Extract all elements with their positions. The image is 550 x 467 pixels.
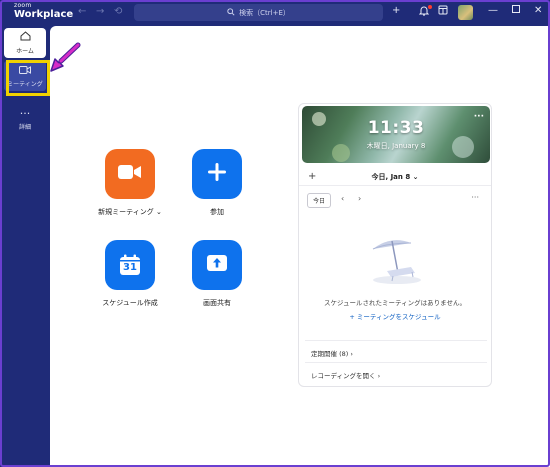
chevron-right-icon: › xyxy=(377,372,381,380)
chevron-down-icon[interactable]: ⌄ xyxy=(156,208,162,216)
main-content: 新規ミーティング ⌄ 参加 31 スケジュール作成 画面共有 11:33 木曜日… xyxy=(50,26,550,467)
recurring-label: 定期開催 (8) xyxy=(311,350,349,358)
clock-banner: 11:33 木曜日, January 8 ··· xyxy=(302,106,490,163)
plus-icon xyxy=(207,162,227,186)
notification-dot xyxy=(428,5,432,9)
more-icon: ··· xyxy=(19,107,31,120)
schedule-label: スケジュール作成 xyxy=(102,299,158,307)
sidebar-item-label: 詳細 xyxy=(18,124,31,131)
clock-time: 11:33 xyxy=(367,118,425,138)
brand-big: Workplace xyxy=(14,9,74,20)
recurring-meetings-row[interactable]: 定期開催 (8) › xyxy=(305,340,487,361)
minimize-icon[interactable]: — xyxy=(488,5,498,16)
search-placeholder: 検索（Ctrl+E） xyxy=(239,8,290,17)
chevron-left-icon[interactable]: ‹ xyxy=(341,194,344,203)
more-icon[interactable]: ··· xyxy=(474,112,484,122)
title-bar: zoom Workplace ← → ⟲ 検索（Ctrl+E） + — ✕ xyxy=(0,0,550,26)
share-screen-icon xyxy=(206,254,228,276)
more-icon[interactable]: ··· xyxy=(471,193,479,202)
today-button[interactable]: 今日 xyxy=(307,193,332,208)
video-camera-icon xyxy=(118,164,142,184)
join-label: 参加 xyxy=(210,208,224,216)
calendar-day: 31 xyxy=(123,262,137,273)
sidebar-item-label: ホーム xyxy=(16,48,34,55)
tile-label-row: 新規ミーティング ⌄ xyxy=(95,207,165,217)
beach-umbrella-icon xyxy=(372,240,421,284)
avatar[interactable] xyxy=(458,5,473,20)
share-screen-tile[interactable]: 画面共有 xyxy=(182,240,252,308)
highlight-box xyxy=(6,60,50,96)
chevron-right-icon: › xyxy=(350,350,353,358)
day-selector-bar: + 今日, Jan 8 ⌄ xyxy=(299,168,491,186)
close-icon[interactable]: ✕ xyxy=(534,5,542,16)
schedule-button[interactable]: 31 xyxy=(105,240,155,290)
share-screen-label: 画面共有 xyxy=(203,299,231,307)
annotation-arrow-icon xyxy=(50,42,81,72)
new-meeting-label: 新規ミーティング xyxy=(98,208,154,216)
plus-icon: + xyxy=(349,313,357,321)
day-selector-label: 今日, Jan 8 xyxy=(371,173,411,181)
calendar-controls: 今日 ‹ › ··· xyxy=(299,193,491,208)
plus-icon[interactable]: + xyxy=(392,5,400,16)
forward-arrow-icon[interactable]: → xyxy=(96,6,104,17)
schedule-tile[interactable]: 31 スケジュール作成 xyxy=(95,240,165,308)
new-meeting-button[interactable] xyxy=(105,149,155,199)
calendar-icon: 31 xyxy=(119,254,141,276)
join-button[interactable] xyxy=(192,149,242,199)
recordings-label: レコーディングを開く xyxy=(311,372,376,380)
chevron-right-icon[interactable]: › xyxy=(358,194,361,203)
new-meeting-tile[interactable]: 新規ミーティング ⌄ xyxy=(95,149,165,217)
panel-icon[interactable] xyxy=(438,5,448,18)
join-tile[interactable]: 参加 xyxy=(182,149,252,217)
calendar-panel: 11:33 木曜日, January 8 ··· + 今日, Jan 8 ⌄ 今… xyxy=(298,103,492,387)
share-screen-button[interactable] xyxy=(192,240,242,290)
open-recordings-row[interactable]: レコーディングを開く › xyxy=(305,362,487,383)
back-arrow-icon[interactable]: ← xyxy=(78,6,86,17)
schedule-meeting-link[interactable]: + ミーティングをスケジュール xyxy=(299,311,491,321)
zoom-logo: zoom Workplace xyxy=(14,3,73,20)
search-icon xyxy=(227,7,235,18)
sidebar-item-more[interactable]: ··· 詳細 xyxy=(4,104,46,134)
search-input[interactable]: 検索（Ctrl+E） xyxy=(134,4,383,21)
home-icon xyxy=(4,31,46,44)
history-icon[interactable]: ⟲ xyxy=(114,6,122,17)
day-selector[interactable]: 今日, Jan 8 ⌄ xyxy=(299,172,491,182)
empty-message: スケジュールされたミーティングはありません。 xyxy=(324,299,466,307)
sidebar-item-home[interactable]: ホーム xyxy=(4,28,46,58)
clock-date: 木曜日, January 8 xyxy=(366,142,426,150)
maximize-icon[interactable] xyxy=(512,5,520,16)
schedule-meeting-link-label: ミーティングをスケジュール xyxy=(356,313,441,321)
chevron-down-icon: ⌄ xyxy=(412,173,419,181)
